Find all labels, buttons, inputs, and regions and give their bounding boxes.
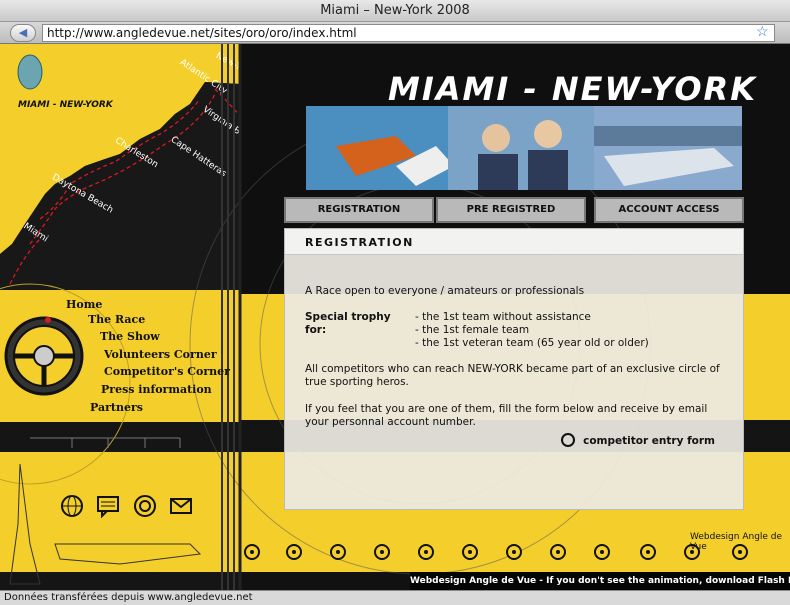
steering-wheel-icon — [330, 544, 346, 560]
steering-wheel-icon — [418, 544, 434, 560]
copyright-icon[interactable] — [133, 494, 157, 518]
panel-title: REGISTRATION — [305, 236, 414, 249]
photo-powerboat — [594, 106, 742, 190]
steering-wheel-icon — [462, 544, 478, 560]
intro-text: A Race open to everyone / amateurs or pr… — [305, 285, 585, 297]
nav-partners[interactable]: Partners — [90, 401, 143, 414]
url-input[interactable]: http://www.angledevue.net/sites/oro/oro/… — [42, 24, 775, 42]
entry-link-label: competitor entry form — [583, 435, 715, 447]
photo-crew — [448, 106, 596, 190]
steering-wheel-icon — [561, 433, 576, 447]
webdesign-credit: Webdesign Angle de Vue — [690, 532, 783, 552]
circle-text: All competitors who can reach NEW-YORK b… — [305, 363, 720, 388]
steering-wheel-icon — [506, 544, 522, 560]
window-title: Miami – New-York 2008 — [0, 0, 790, 22]
tab-registration[interactable]: REGISTRATION — [284, 197, 434, 223]
steering-wheel-icon — [374, 544, 390, 560]
bookmark-star-icon[interactable]: ☆ — [756, 23, 769, 40]
registration-panel: REGISTRATION A Race open to everyone / a… — [284, 228, 744, 510]
nav-home[interactable]: Home — [66, 298, 102, 311]
site-title: MIAMI - NEW-YORK — [388, 70, 757, 108]
trophy-item: - the 1st veteran team (65 year old or o… — [415, 337, 649, 349]
steering-wheel-graphic — [4, 316, 84, 396]
coast-map: MIAMI - NEW-YORK Miami Daytona Beach Cha… — [0, 44, 260, 290]
competitor-entry-form-link[interactable]: competitor entry form — [561, 433, 715, 447]
panel-header: REGISTRATION — [285, 229, 743, 255]
tab-pre-registred[interactable]: PRE REGISTRED — [436, 197, 586, 223]
back-button[interactable]: ◀ — [10, 24, 36, 42]
form-text: If you feel that you are one of them, fi… — [305, 403, 708, 428]
steering-wheel-icon — [550, 544, 566, 560]
site-logo[interactable]: MIAMI - NEW-YORK — [18, 100, 113, 110]
globe-icon[interactable] — [60, 494, 84, 518]
trophy-item: - the 1st team without assistance — [415, 311, 591, 323]
status-bar: Données transférées depuis www.angledevu… — [0, 590, 790, 605]
steering-wheel-icon — [640, 544, 656, 560]
message-icon[interactable] — [96, 494, 120, 519]
browser-toolbar: ◀ http://www.angledevue.net/sites/oro/or… — [0, 22, 790, 44]
trophy-item: - the 1st female team — [415, 324, 530, 336]
footer-text: Webdesign Angle de Vue - If you don't se… — [410, 576, 790, 586]
photo-boat-race — [306, 106, 454, 190]
nav-competitors-corner[interactable]: Competitor's Corner — [104, 365, 230, 378]
tab-account-access[interactable]: ACCOUNT ACCESS — [594, 197, 744, 223]
nav-press-information[interactable]: Press information — [101, 383, 212, 396]
nav-the-race[interactable]: The Race — [88, 313, 145, 326]
trophy-label: Special trophy for: — [305, 311, 391, 336]
flash-site: MIAMI - NEW-YORK Miami Daytona Beach Cha… — [0, 44, 790, 590]
steering-wheel-icon — [286, 544, 302, 560]
nav-the-show[interactable]: The Show — [100, 330, 160, 343]
steering-wheel-icon — [244, 544, 260, 560]
nav-volunteers-corner[interactable]: Volunteers Corner — [104, 348, 217, 361]
mail-icon[interactable] — [169, 494, 193, 518]
footer-bar: Webdesign Angle de Vue - If you don't se… — [410, 572, 790, 590]
steering-wheel-icon — [594, 544, 610, 560]
